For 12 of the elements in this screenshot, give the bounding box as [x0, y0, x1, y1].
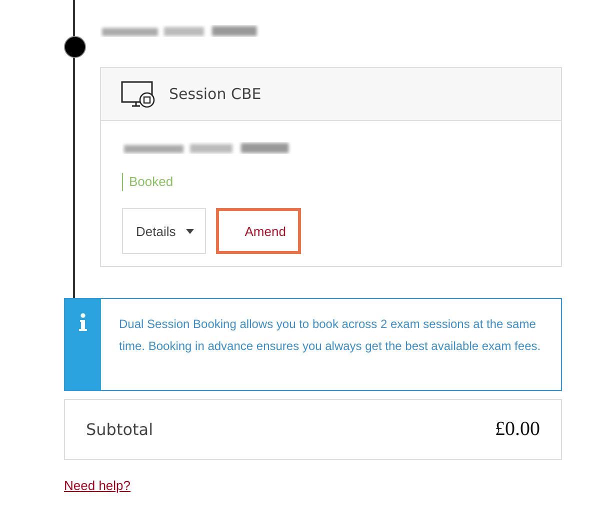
computer-icon	[121, 80, 157, 108]
caret-icon	[186, 228, 194, 234]
help-link[interactable]: Need help?	[64, 478, 130, 493]
status-label: Booked	[122, 173, 541, 191]
info-icon	[79, 313, 87, 331]
subtotal-amount: £0.00	[495, 418, 540, 441]
info-text: Dual Session Booking allows you to book across 2 exam sessions at the same time. Booking in advance ensures you always get the best available exam fees.	[118, 316, 542, 355]
details-dropdown[interactable]: Details	[122, 208, 206, 254]
amend-button[interactable]: Amend	[216, 208, 301, 254]
subtotal-label: Subtotal	[86, 420, 154, 439]
timeline-dot	[64, 36, 86, 58]
session-title: Session CBE	[169, 85, 262, 103]
